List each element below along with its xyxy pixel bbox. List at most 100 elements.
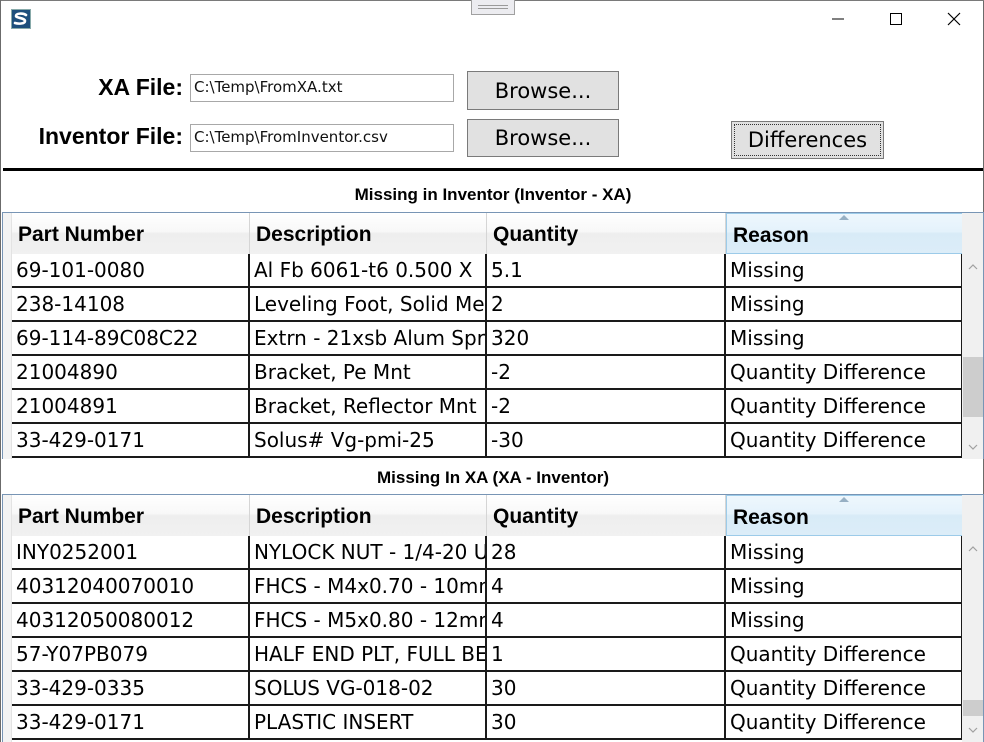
cell-part-number[interactable]: 40312040070010 xyxy=(12,570,250,602)
column-header-reason[interactable]: Reason xyxy=(726,495,963,536)
column-header-reason[interactable]: Reason xyxy=(726,213,963,254)
cell-description[interactable]: FHCS - M5x0.80 - 12mm xyxy=(250,604,487,636)
close-button[interactable] xyxy=(925,0,983,38)
sort-ascending-icon xyxy=(839,215,849,220)
cell-quantity[interactable]: 2 xyxy=(487,288,726,320)
cell-quantity[interactable]: -2 xyxy=(487,390,726,422)
cell-part-number[interactable]: 238-14108 xyxy=(12,288,250,320)
cell-quantity[interactable]: 4 xyxy=(487,570,726,602)
cell-quantity[interactable]: 4 xyxy=(487,604,726,636)
table-row[interactable]: 40312050080012 FHCS - M5x0.80 - 12mm 4 Miss… xyxy=(12,604,963,638)
cell-part-number[interactable]: 57-Y07PB079 xyxy=(12,638,250,670)
cell-quantity[interactable]: -2 xyxy=(487,356,726,388)
cell-description[interactable]: Leveling Foot, Solid Me xyxy=(250,288,487,320)
close-icon xyxy=(947,12,961,26)
cell-description[interactable]: Bracket, Reflector Mnt xyxy=(250,390,487,422)
cell-part-number[interactable]: 33-429-0171 xyxy=(12,424,250,456)
table-row[interactable]: 33-429-0335 SOLUS VG-018-02 30 Quantity Dif… xyxy=(12,672,963,706)
maximize-button[interactable] xyxy=(867,0,925,38)
cell-reason[interactable]: Quantity Difference xyxy=(726,638,963,670)
cell-description[interactable]: PLASTIC INSERT xyxy=(250,706,487,738)
cell-quantity[interactable]: 5.1 xyxy=(487,254,726,286)
cell-part-number[interactable]: 33-429-0335 xyxy=(12,672,250,704)
cell-part-number[interactable]: 40312050080012 xyxy=(12,604,250,636)
missing-in-inventor-grid: Part Number Description Quantity Reason … xyxy=(2,212,984,459)
table-row[interactable]: 21004891 Bracket, Reflector Mnt -2 Quantity… xyxy=(12,390,963,424)
missing-in-xa-grid: Part Number Description Quantity Reason … xyxy=(2,494,984,742)
table-row[interactable]: 33-429-0171 PLASTIC INSERT 30 Quantity Diff… xyxy=(12,706,963,740)
drag-grip-handle[interactable] xyxy=(471,0,515,15)
table-row[interactable]: 57-Y07PB079 HALF END PLT, FULL BE 1 Quantit… xyxy=(12,638,963,672)
minimize-button[interactable] xyxy=(809,0,867,38)
section-divider xyxy=(3,168,983,171)
cell-reason[interactable]: Quantity Difference xyxy=(726,424,963,456)
cell-reason[interactable]: Quantity Difference xyxy=(726,706,963,738)
column-header-reason-label: Reason xyxy=(733,224,809,247)
cell-quantity[interactable]: 30 xyxy=(487,706,726,738)
scroll-thumb[interactable] xyxy=(963,357,983,417)
cell-part-number[interactable]: 69-114-89C08C22 xyxy=(12,322,250,354)
cell-description[interactable]: FHCS - M4x0.70 - 10mm xyxy=(250,570,487,602)
cell-description[interactable]: Bracket, Pe Mnt xyxy=(250,356,487,388)
xa-file-label: XA File: xyxy=(98,74,183,100)
browse-xa-button[interactable]: Browse... xyxy=(467,71,619,110)
cell-reason[interactable]: Missing xyxy=(726,604,963,636)
cell-quantity[interactable]: 320 xyxy=(487,322,726,354)
cell-reason[interactable]: Missing xyxy=(726,322,963,354)
cell-description[interactable]: NYLOCK NUT - 1/4-20 UNC xyxy=(250,536,487,568)
vertical-scrollbar[interactable] xyxy=(962,495,983,742)
table-row[interactable]: 21004890 Bracket, Pe Mnt -2 Quantity Differ… xyxy=(12,356,963,390)
missing-in-inventor-title: Missing in Inventor (Inventor - XA) xyxy=(354,185,632,204)
scroll-thumb[interactable] xyxy=(963,700,983,716)
table-row[interactable]: 238-14108 Leveling Foot, Solid Me 2 Missing xyxy=(12,288,963,322)
cell-part-number[interactable]: 21004890 xyxy=(12,356,250,388)
table-row[interactable]: 40312040070010 FHCS - M4x0.70 - 10mm 4 Miss… xyxy=(12,570,963,604)
vertical-scrollbar[interactable] xyxy=(962,213,983,459)
table-row[interactable]: 69-114-89C08C22 Extrn - 21xsb Alum Sprt 32… xyxy=(12,322,963,356)
column-header-description[interactable]: Description xyxy=(250,213,487,254)
cell-part-number[interactable]: 21004891 xyxy=(12,390,250,422)
browse-inventor-button[interactable]: Browse... xyxy=(467,119,619,157)
column-header-part-number[interactable]: Part Number xyxy=(12,495,250,536)
table-row[interactable]: 33-429-0171 Solus# Vg-pmi-25 -30 Quantity D… xyxy=(12,424,963,458)
cell-part-number[interactable]: 33-429-0171 xyxy=(12,706,250,738)
cell-reason[interactable]: Missing xyxy=(726,536,963,568)
minimize-icon xyxy=(832,18,844,20)
table-row[interactable]: 69-101-0080 Al Fb 6061-t6 0.500 X 5.1 Missi… xyxy=(12,254,963,288)
differences-button[interactable]: Differences xyxy=(731,121,884,159)
cell-quantity[interactable]: -30 xyxy=(487,424,726,456)
cell-description[interactable]: HALF END PLT, FULL BE xyxy=(250,638,487,670)
chevron-up-icon xyxy=(968,546,977,552)
cell-quantity[interactable]: 30 xyxy=(487,672,726,704)
scroll-down-button[interactable] xyxy=(962,720,983,740)
table-row[interactable]: INY0252001NYLOCK NUT - 1/4-20 UNC28Missi… xyxy=(12,536,963,570)
row-header-column xyxy=(3,213,12,459)
cell-description[interactable]: Al Fb 6061-t6 0.500 X xyxy=(250,254,487,286)
grid-header: Part Number Description Quantity Reason xyxy=(12,213,963,254)
cell-part-number[interactable]: 69-101-0080 xyxy=(12,254,250,286)
cell-reason[interactable]: Quantity Difference xyxy=(726,390,963,422)
scroll-up-button[interactable] xyxy=(962,539,983,559)
cell-quantity[interactable]: 28 xyxy=(487,536,726,568)
scroll-down-button[interactable] xyxy=(962,437,983,457)
column-header-part-number[interactable]: Part Number xyxy=(12,213,250,254)
inventor-file-input[interactable]: C:\Temp\FromInventor.csv xyxy=(190,124,454,152)
chevron-up-icon xyxy=(968,264,977,270)
cell-reason[interactable]: Quantity Difference xyxy=(726,672,963,704)
cell-reason[interactable]: Missing xyxy=(726,254,963,286)
xa-file-input[interactable]: C:\Temp\FromXA.txt xyxy=(190,74,454,102)
cell-reason[interactable]: Missing xyxy=(726,288,963,320)
cell-description[interactable]: Solus# Vg-pmi-25 xyxy=(250,424,487,456)
column-header-quantity[interactable]: Quantity xyxy=(487,213,726,254)
cell-part-number[interactable]: INY0252001 xyxy=(12,536,250,568)
app-logo-icon xyxy=(11,9,31,29)
grid-rows: 69-101-0080 Al Fb 6061-t6 0.500 X 5.1 Missi… xyxy=(12,254,963,458)
cell-description[interactable]: Extrn - 21xsb Alum Sprt xyxy=(250,322,487,354)
cell-description[interactable]: SOLUS VG-018-02 xyxy=(250,672,487,704)
column-header-description[interactable]: Description xyxy=(250,495,487,536)
cell-reason[interactable]: Quantity Difference xyxy=(726,356,963,388)
column-header-quantity[interactable]: Quantity xyxy=(487,495,726,536)
cell-reason[interactable]: Missing xyxy=(726,570,963,602)
cell-quantity[interactable]: 1 xyxy=(487,638,726,670)
scroll-up-button[interactable] xyxy=(962,257,983,277)
